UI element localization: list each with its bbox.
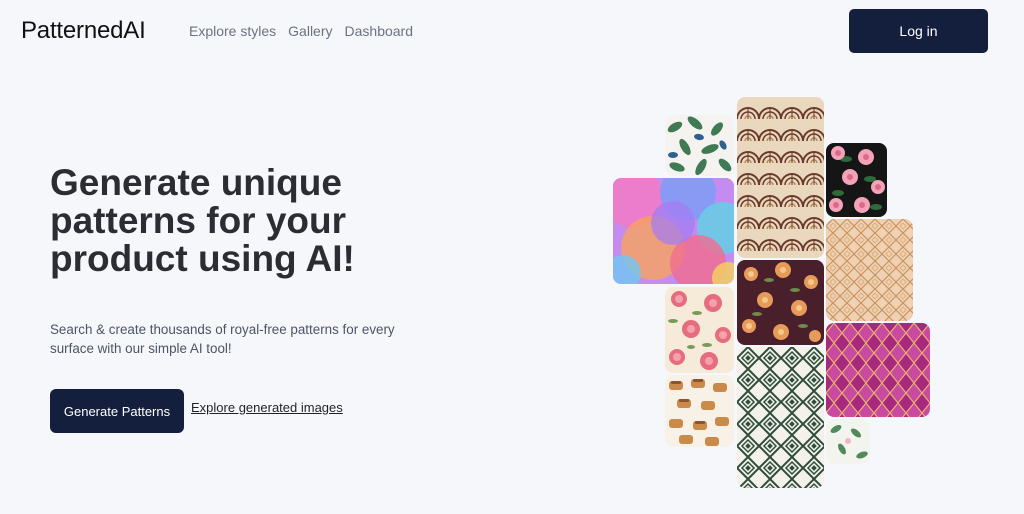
art-deco-fan-image <box>737 97 824 258</box>
peach-geometric-tile[interactable] <box>826 219 913 321</box>
rose-on-black-image <box>826 143 887 217</box>
logo[interactable]: PatternedAI <box>21 17 146 45</box>
baked-goods-tile[interactable] <box>665 375 734 447</box>
magenta-diamond-image <box>826 323 930 417</box>
autumn-flowers-image <box>737 260 824 345</box>
small-green-floral-image <box>826 419 870 464</box>
art-deco-fan-tile[interactable] <box>737 97 824 258</box>
nav-dashboard[interactable]: Dashboard <box>345 23 414 39</box>
colorful-circles-image <box>613 178 734 284</box>
green-diamond-image <box>737 347 824 488</box>
small-green-floral-tile[interactable] <box>826 419 870 464</box>
green-diamond-tile[interactable] <box>737 347 824 488</box>
baked-goods-image <box>665 375 734 447</box>
nav-explore-styles[interactable]: Explore styles <box>189 23 276 39</box>
login-button[interactable]: Log in <box>849 9 988 53</box>
rose-floral-tile[interactable] <box>665 287 734 373</box>
colorful-circles-tile[interactable] <box>613 178 734 284</box>
rose-floral-image <box>665 287 734 373</box>
autumn-flowers-tile[interactable] <box>737 260 824 345</box>
hero-subtitle: Search & create thousands of royal-free … <box>50 322 395 356</box>
magenta-diamond-tile[interactable] <box>826 323 930 417</box>
main-nav: Explore styles Gallery Dashboard <box>189 23 413 39</box>
hero-title: Generate unique patterns for your produc… <box>50 162 355 279</box>
rose-on-black-tile[interactable] <box>826 143 887 217</box>
nav-gallery[interactable]: Gallery <box>288 23 332 39</box>
peach-geometric-image <box>826 219 913 321</box>
tropical-leaves-tile[interactable] <box>665 115 734 176</box>
generate-patterns-button[interactable]: Generate Patterns <box>50 389 184 433</box>
tropical-leaves-image <box>665 115 734 176</box>
explore-generated-images-link[interactable]: Explore generated images <box>191 400 343 415</box>
